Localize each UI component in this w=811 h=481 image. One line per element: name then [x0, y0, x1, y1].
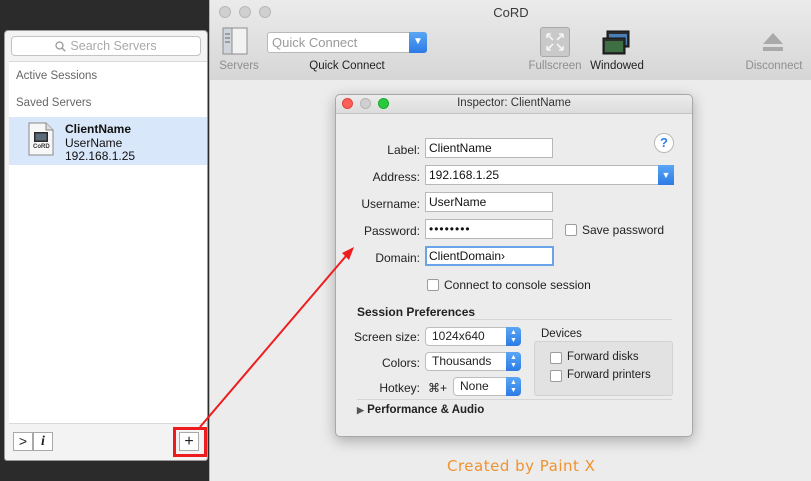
expand-button[interactable]: >: [13, 432, 33, 451]
info-button[interactable]: i: [33, 432, 53, 451]
inspector-titlebar: Inspector: ClientName: [336, 95, 692, 114]
console-session-label: Connect to console session: [444, 278, 591, 292]
servers-drawer-icon[interactable]: [222, 26, 250, 56]
inspector-title: Inspector: ClientName: [457, 97, 571, 109]
colors-popup[interactable]: Thousands ▲ ▼: [425, 352, 521, 371]
search-placeholder: Search Servers: [70, 39, 157, 53]
search-icon: [55, 41, 67, 52]
stepper-arrows-icon: ▲ ▼: [506, 327, 521, 346]
password-field-label: Password:: [363, 224, 420, 238]
colors-value: Thousands: [432, 354, 492, 368]
username-input[interactable]: UserName: [425, 192, 553, 212]
hotkey-value: None: [460, 379, 489, 393]
servers-drawer: Search Servers Active Sessions Saved Ser…: [4, 30, 208, 461]
devices-group: Forward disks Forward printers: [534, 341, 673, 396]
active-sessions-header: Active Sessions: [16, 70, 98, 82]
windowed-icon[interactable]: [602, 30, 632, 56]
saved-servers-header: Saved Servers: [16, 97, 92, 109]
address-field-label: Address:: [372, 170, 420, 184]
server-list: Active Sessions Saved Servers CoRD Clien…: [9, 61, 207, 424]
forward-printers-label: Forward printers: [567, 369, 651, 381]
performance-audio-label: Performance & Audio: [367, 404, 485, 416]
stepper-arrows-icon: ▲ ▼: [506, 352, 521, 371]
server-username: UserName: [65, 136, 123, 150]
password-input[interactable]: ••••••••: [425, 219, 553, 239]
window-title: CoRD: [493, 5, 529, 20]
server-icon-text: CoRD: [33, 144, 50, 150]
session-preferences-header: Session Preferences: [357, 305, 476, 319]
server-address: 192.168.1.25: [65, 149, 136, 163]
divider: [357, 399, 672, 400]
hotkey-modifier: ⌘+: [428, 381, 448, 395]
watermark-text: Created by Paint X: [447, 457, 596, 475]
disclosure-triangle-icon: ▶: [357, 405, 364, 415]
fullscreen-icon[interactable]: [540, 27, 570, 57]
username-field-label: Username:: [361, 197, 420, 211]
chevron-down-icon[interactable]: ▼: [409, 32, 427, 53]
label-input[interactable]: ClientName: [425, 138, 553, 158]
address-combobox[interactable]: 192.168.1.25 ▼: [425, 165, 674, 185]
eject-icon[interactable]: [761, 30, 785, 54]
colors-label: Colors:: [381, 356, 420, 370]
devices-header: Devices: [541, 328, 582, 340]
question-icon: ?: [660, 135, 668, 150]
forward-disks-label: Forward disks: [567, 351, 639, 363]
screen-size-popup[interactable]: 1024x640 ▲ ▼: [425, 327, 521, 346]
annotation-highlight-box: [173, 427, 207, 457]
disconnect-label: Disconnect: [745, 60, 803, 72]
server-document-icon: CoRD: [27, 122, 55, 156]
help-button[interactable]: ?: [654, 133, 674, 153]
quick-connect-combobox[interactable]: Quick Connect ▼: [267, 32, 427, 53]
console-session-checkbox[interactable]: [427, 279, 439, 291]
chevron-down-icon[interactable]: ▼: [658, 165, 674, 185]
screen-size-value: 1024x640: [432, 329, 485, 343]
stepper-arrows-icon: ▲ ▼: [506, 377, 521, 396]
label-field-label: Label:: [387, 143, 420, 157]
forward-disks-checkbox[interactable]: [550, 352, 562, 364]
servers-toolbar-label: Servers: [219, 60, 259, 72]
performance-audio-disclosure[interactable]: ▶ Performance & Audio: [357, 404, 484, 416]
divider: [470, 319, 672, 320]
quick-connect-label: Quick Connect: [309, 60, 385, 72]
search-servers-input[interactable]: Search Servers: [11, 36, 201, 56]
address-value: 192.168.1.25: [429, 168, 500, 182]
inspector-panel: Inspector: ClientName ? Label: ClientNam…: [335, 94, 693, 437]
screen-size-label: Screen size:: [353, 330, 420, 344]
save-password-checkbox[interactable]: [565, 224, 577, 236]
domain-field-label: Domain:: [375, 251, 420, 265]
chevron-right-icon: >: [18, 433, 28, 449]
hotkey-label: Hotkey:: [379, 381, 420, 395]
domain-input[interactable]: ClientDomain›: [425, 246, 554, 266]
saved-server-row[interactable]: CoRD ClientName UserName 192.168.1.25: [9, 117, 207, 165]
quick-connect-placeholder: Quick Connect: [272, 35, 358, 50]
windowed-label: Windowed: [590, 60, 644, 72]
fullscreen-label: Fullscreen: [528, 60, 582, 72]
forward-printers-checkbox[interactable]: [550, 370, 562, 382]
server-name: ClientName: [65, 122, 132, 136]
hotkey-popup[interactable]: None ▲ ▼: [453, 377, 521, 396]
save-password-label: Save password: [582, 223, 665, 237]
info-icon: i: [41, 434, 45, 449]
window-toolbar: CoRD Servers Quick Connect ▼ Quick Conne…: [210, 0, 811, 81]
